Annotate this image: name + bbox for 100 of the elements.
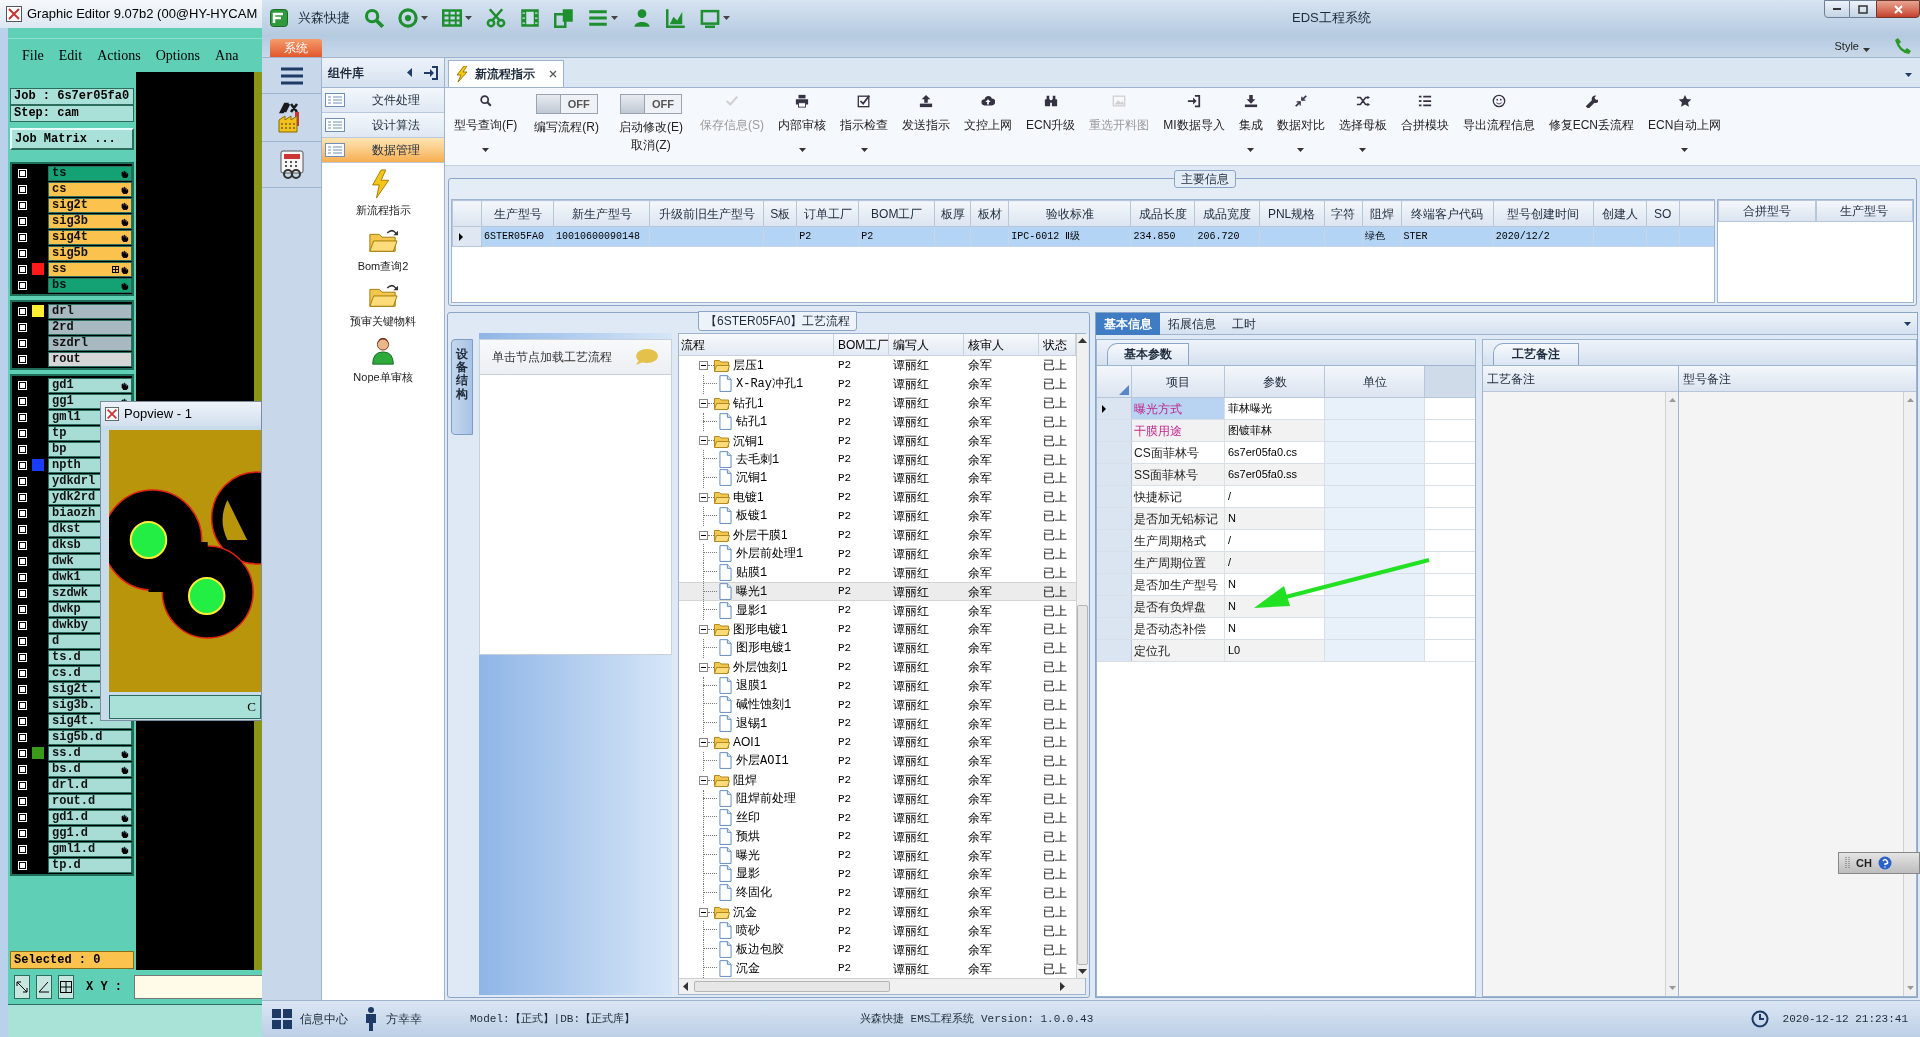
tab[interactable]: 工时 <box>1224 312 1264 335</box>
collapse-toggle[interactable] <box>699 360 708 370</box>
layer-name[interactable]: bs <box>48 277 132 293</box>
collapse-toggle[interactable] <box>699 624 708 634</box>
column-header[interactable]: 编写人 <box>889 334 964 355</box>
collapse-toggle[interactable] <box>699 436 708 446</box>
tool-label[interactable]: 新流程指示 <box>355 202 411 219</box>
tool-label[interactable]: Nope单审核 <box>353 368 413 385</box>
sign-in-icon[interactable] <box>424 65 438 80</box>
column-header[interactable]: 型号创建时间 <box>1493 200 1594 227</box>
toolbar-button[interactable]: 文控上网 <box>957 88 1019 160</box>
tree-node-label[interactable]: 图形电镀1 <box>736 639 792 658</box>
column-header[interactable]: 项目 <box>1132 366 1225 397</box>
layer-name[interactable]: drl <box>48 303 132 319</box>
checkbox[interactable] <box>16 395 28 407</box>
table-row[interactable]: 6STER05FA0 10010600090148 P2 P2 IPC-6012 Ⅱ级 234.850 206.720 绿色 STER 2020/12/2 <box>452 226 1714 247</box>
checkbox[interactable] <box>16 459 28 471</box>
layer-name[interactable]: szdrl <box>48 335 132 351</box>
toolbar-button[interactable]: ECN升级 <box>1019 88 1083 160</box>
column-header[interactable]: 验收标准 <box>1008 200 1131 227</box>
grid-button[interactable] <box>58 975 74 999</box>
layer-name[interactable]: ss <box>48 261 132 277</box>
checkbox[interactable] <box>16 811 28 823</box>
layer-name[interactable]: ss.d <box>48 745 132 761</box>
checkbox[interactable] <box>16 443 28 455</box>
checkbox[interactable] <box>16 523 28 535</box>
layer-name[interactable]: 2rd <box>48 319 132 335</box>
column-header[interactable]: 成品长度 <box>1130 200 1195 227</box>
checkbox[interactable] <box>16 763 28 775</box>
checkbox[interactable] <box>16 635 28 647</box>
checkbox[interactable] <box>16 843 28 855</box>
column-header[interactable]: BOM工厂 <box>834 334 889 355</box>
column-header[interactable]: 字符 <box>1324 200 1363 227</box>
column-header[interactable]: 成品宽度 <box>1195 200 1260 227</box>
toolbar-button[interactable]: 指示检查 <box>833 88 895 160</box>
collapse-toggle[interactable] <box>699 662 708 672</box>
layer-name[interactable]: rout <box>48 351 132 367</box>
layer-name[interactable]: gml1.d <box>48 841 132 857</box>
column-header[interactable]: 工艺备注 <box>1483 366 1678 392</box>
toolbar-button[interactable]: 选择母板 <box>1331 88 1394 160</box>
tree-node-label[interactable]: X-Ray冲孔1 <box>736 375 804 394</box>
tree-node-label[interactable]: 退锡1 <box>736 714 768 733</box>
tree-node-label[interactable]: 曝光1 <box>736 583 768 601</box>
layer-name[interactable]: tp.d <box>48 857 132 873</box>
help-icon[interactable] <box>1877 856 1892 870</box>
tree-node-label[interactable]: 碱性蚀刻1 <box>736 695 792 714</box>
tab[interactable]: 拓展信息 <box>1160 312 1224 335</box>
checkbox[interactable] <box>16 731 28 743</box>
list-icon[interactable] <box>588 8 608 28</box>
checkbox[interactable] <box>16 651 28 663</box>
checkbox[interactable] <box>16 795 28 807</box>
close-button[interactable] <box>1876 0 1920 18</box>
checkbox[interactable] <box>16 827 28 839</box>
toolbar-button[interactable]: 集成 <box>1231 88 1270 160</box>
collapse-toggle[interactable] <box>699 492 708 502</box>
tree-node-label[interactable]: 曝光 <box>736 846 760 865</box>
checkbox[interactable] <box>16 683 28 695</box>
collapse-toggle[interactable] <box>699 398 708 408</box>
collapse-toggle[interactable] <box>699 737 708 747</box>
tree-node-label[interactable]: 外层前处理1 <box>736 544 804 563</box>
column-header[interactable]: SO <box>1646 200 1680 227</box>
tab[interactable]: 基本信息 <box>1096 312 1160 335</box>
column-header[interactable]: 生产型号 <box>481 200 554 227</box>
layer-name[interactable]: cs <box>48 181 132 197</box>
tree-node-label[interactable]: 板边包胶 <box>736 940 784 959</box>
collapse-left-icon[interactable] <box>407 68 412 77</box>
checkbox[interactable] <box>16 555 28 567</box>
checkbox[interactable] <box>16 859 28 871</box>
tree-node-label[interactable]: 喷砂 <box>736 921 760 940</box>
tab[interactable]: 工艺备注 <box>1493 343 1579 365</box>
column-header[interactable]: 创建人 <box>1593 200 1647 227</box>
collapse-toggle[interactable] <box>699 907 708 917</box>
language-label[interactable]: CH <box>1856 854 1872 872</box>
checkbox[interactable] <box>16 263 28 275</box>
layer-name[interactable]: sig3b <box>48 213 132 229</box>
job-matrix-button[interactable]: Job Matrix ... <box>10 128 134 150</box>
scroll-down-icon[interactable] <box>1078 969 1087 974</box>
checkbox[interactable] <box>16 475 28 487</box>
scissors-icon[interactable] <box>486 8 506 28</box>
tree-node-label[interactable]: 外层干膜1 <box>733 526 788 544</box>
menu-item[interactable]: File <box>22 45 44 66</box>
checkbox[interactable] <box>16 571 28 583</box>
collapse-toggle[interactable] <box>699 775 708 785</box>
column-header[interactable]: 型号备注 <box>1679 366 1916 392</box>
chart-icon[interactable] <box>666 8 686 28</box>
checkbox[interactable] <box>16 305 28 317</box>
checkbox[interactable] <box>16 199 28 211</box>
layer-name[interactable]: rout.d <box>48 793 132 809</box>
column-header[interactable]: 参数 <box>1225 366 1325 397</box>
checkbox[interactable] <box>16 699 28 711</box>
checkbox[interactable] <box>16 507 28 519</box>
maximize-button[interactable] <box>1850 0 1876 18</box>
checkbox[interactable] <box>16 603 28 615</box>
tree-node-label[interactable]: 阻焊前处理 <box>736 790 796 808</box>
checkbox[interactable] <box>16 779 28 791</box>
tree-node-label[interactable]: AOI1 <box>733 733 761 752</box>
layer-name[interactable]: sig4t <box>48 229 132 245</box>
tree-node-label[interactable]: 钻孔1 <box>736 412 768 431</box>
column-header[interactable]: 订单工厂 <box>796 200 859 227</box>
menu-item[interactable]: Edit <box>58 45 83 66</box>
